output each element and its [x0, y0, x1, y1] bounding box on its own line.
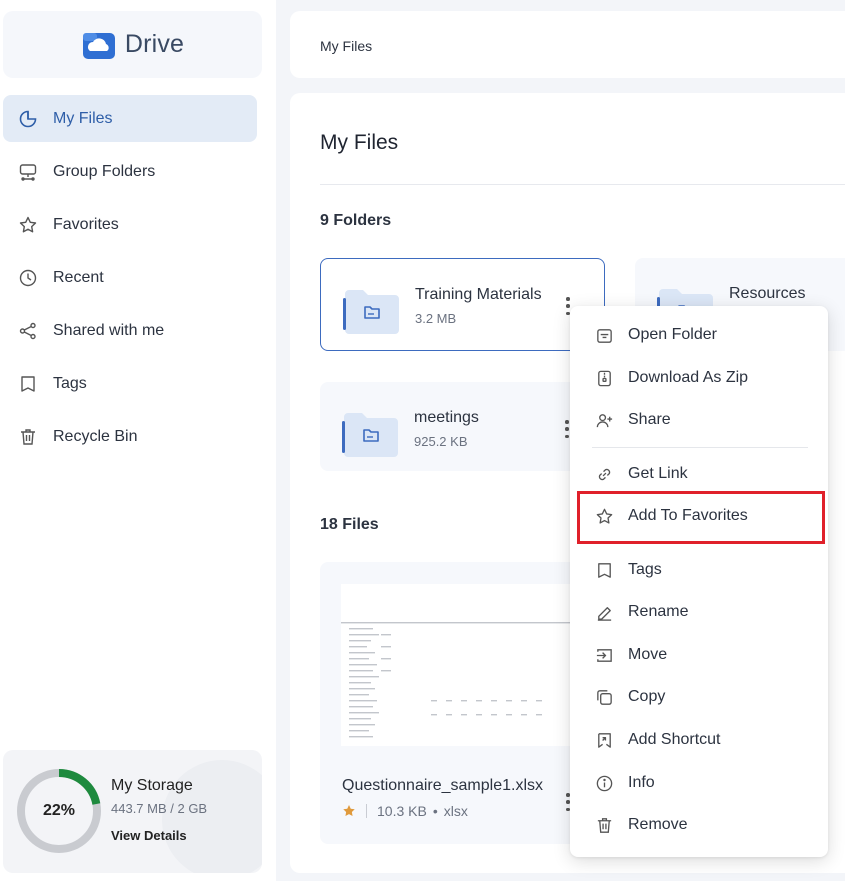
clock-icon — [17, 267, 39, 289]
menu-item-add-to-favorites[interactable]: Add To Favorites — [570, 496, 828, 536]
file-card[interactable]: Questionnaire_sample1.xlsx 10.3 KB • xls… — [320, 562, 581, 844]
app-name: Drive — [124, 30, 185, 58]
menu-item-label: Add Shortcut — [628, 731, 721, 748]
menu-divider — [592, 447, 808, 448]
storage-title: My Storage — [111, 777, 193, 794]
copy-icon — [594, 687, 614, 707]
folder-name: Training Materials — [415, 286, 542, 303]
sidebar-nav: My Files Group Folders Favorites Recent … — [3, 95, 257, 466]
add-user-icon — [594, 410, 614, 430]
folder-size: 925.2 KB — [414, 434, 468, 449]
favorite-star-icon — [343, 805, 355, 817]
meta-divider — [366, 804, 367, 818]
folder-icon — [342, 409, 400, 464]
sidebar-item-favorites[interactable]: Favorites — [3, 201, 257, 248]
breadcrumb[interactable]: My Files — [320, 38, 372, 54]
meta-dot: • — [432, 803, 438, 819]
view-details-link[interactable]: View Details — [111, 828, 187, 843]
drive-logo-icon — [82, 32, 115, 59]
sidebar-item-my-files[interactable]: My Files — [3, 95, 257, 142]
my-files-icon — [17, 108, 39, 130]
menu-item-tags[interactable]: Tags — [570, 550, 828, 590]
menu-item-label: Info — [628, 774, 655, 791]
storage-progress-ring: 22% — [16, 768, 102, 854]
file-extension: xlsx — [443, 803, 468, 819]
trash-icon — [17, 426, 39, 448]
share-icon — [17, 320, 39, 342]
shortcut-icon — [594, 730, 614, 750]
star-icon — [17, 214, 39, 236]
divider — [320, 184, 845, 185]
sidebar-item-label: Group Folders — [53, 162, 156, 180]
folders-heading: 9 Folders — [320, 212, 392, 229]
menu-item-get-link[interactable]: Get Link — [570, 454, 828, 494]
file-size: 10.3 KB — [377, 803, 427, 819]
menu-item-label: Move — [628, 646, 668, 663]
sidebar: Drive My Files Group Folders Favorites R… — [0, 0, 276, 881]
zip-icon — [594, 368, 614, 388]
menu-item-rename[interactable]: Rename — [570, 592, 828, 632]
menu-item-label: Share — [628, 411, 671, 428]
menu-item-label: Open Folder — [628, 326, 717, 343]
breadcrumb-bar: My Files — [290, 11, 845, 78]
folder-card[interactable]: meetings 925.2 KB — [320, 382, 605, 471]
menu-item-label: Add To Favorites — [628, 507, 748, 524]
tag-icon — [17, 373, 39, 395]
info-icon — [594, 773, 614, 793]
sidebar-item-group-folders[interactable]: Group Folders — [3, 148, 257, 195]
menu-item-info[interactable]: Info — [570, 763, 828, 803]
star-icon — [594, 506, 614, 526]
folder-icon — [343, 286, 401, 341]
tag-icon — [594, 560, 614, 580]
menu-item-copy[interactable]: Copy — [570, 677, 828, 717]
context-menu: Open Folder Download As Zip Share Get Li… — [570, 306, 828, 857]
menu-item-open-folder[interactable]: Open Folder — [570, 315, 828, 355]
menu-item-add-shortcut[interactable]: Add Shortcut — [570, 720, 828, 760]
menu-item-label: Rename — [628, 603, 689, 620]
menu-item-label: Download As Zip — [628, 369, 749, 386]
sidebar-item-label: Recent — [53, 268, 104, 286]
folder-size: 3.2 MB — [415, 311, 457, 326]
sidebar-item-tags[interactable]: Tags — [3, 360, 257, 407]
folder-card[interactable]: Training Materials 3.2 MB — [320, 258, 605, 351]
menu-item-remove[interactable]: Remove — [570, 805, 828, 845]
group-folders-icon — [17, 161, 39, 183]
menu-item-share[interactable]: Share — [570, 400, 828, 440]
page-title: My Files — [320, 131, 399, 154]
sidebar-item-label: Recycle Bin — [53, 427, 138, 445]
menu-item-move[interactable]: Move — [570, 635, 828, 675]
app-logo[interactable]: Drive — [3, 11, 262, 78]
link-icon — [594, 464, 614, 484]
sidebar-item-label: Tags — [53, 374, 87, 392]
menu-item-download-zip[interactable]: Download As Zip — [570, 358, 828, 398]
storage-widget: 22% My Storage 443.7 MB / 2 GB View Deta… — [3, 750, 262, 873]
sidebar-item-recent[interactable]: Recent — [3, 254, 257, 301]
sidebar-item-label: Favorites — [53, 215, 119, 233]
trash-icon — [594, 815, 614, 835]
storage-usage: 443.7 MB / 2 GB — [111, 801, 208, 816]
sidebar-item-recycle-bin[interactable]: Recycle Bin — [3, 413, 257, 460]
sidebar-item-label: My Files — [53, 109, 113, 127]
file-meta: 10.3 KB • xlsx — [342, 803, 468, 819]
storage-percent: 22% — [42, 802, 76, 819]
file-thumbnail — [341, 584, 581, 746]
spreadsheet-preview — [341, 584, 581, 746]
move-icon — [594, 645, 614, 665]
menu-item-label: Get Link — [628, 465, 688, 482]
menu-item-label: Tags — [628, 561, 662, 578]
folder-name: Resources — [729, 285, 806, 302]
file-name: Questionnaire_sample1.xlsx — [342, 777, 543, 794]
files-heading: 18 Files — [320, 516, 379, 533]
sidebar-item-shared-with-me[interactable]: Shared with me — [3, 307, 257, 354]
menu-item-label: Remove — [628, 816, 688, 833]
menu-item-label: Copy — [628, 688, 666, 705]
folder-name: meetings — [414, 409, 479, 426]
sidebar-item-label: Shared with me — [53, 321, 165, 339]
pencil-icon — [594, 602, 614, 622]
open-folder-icon — [594, 325, 614, 345]
